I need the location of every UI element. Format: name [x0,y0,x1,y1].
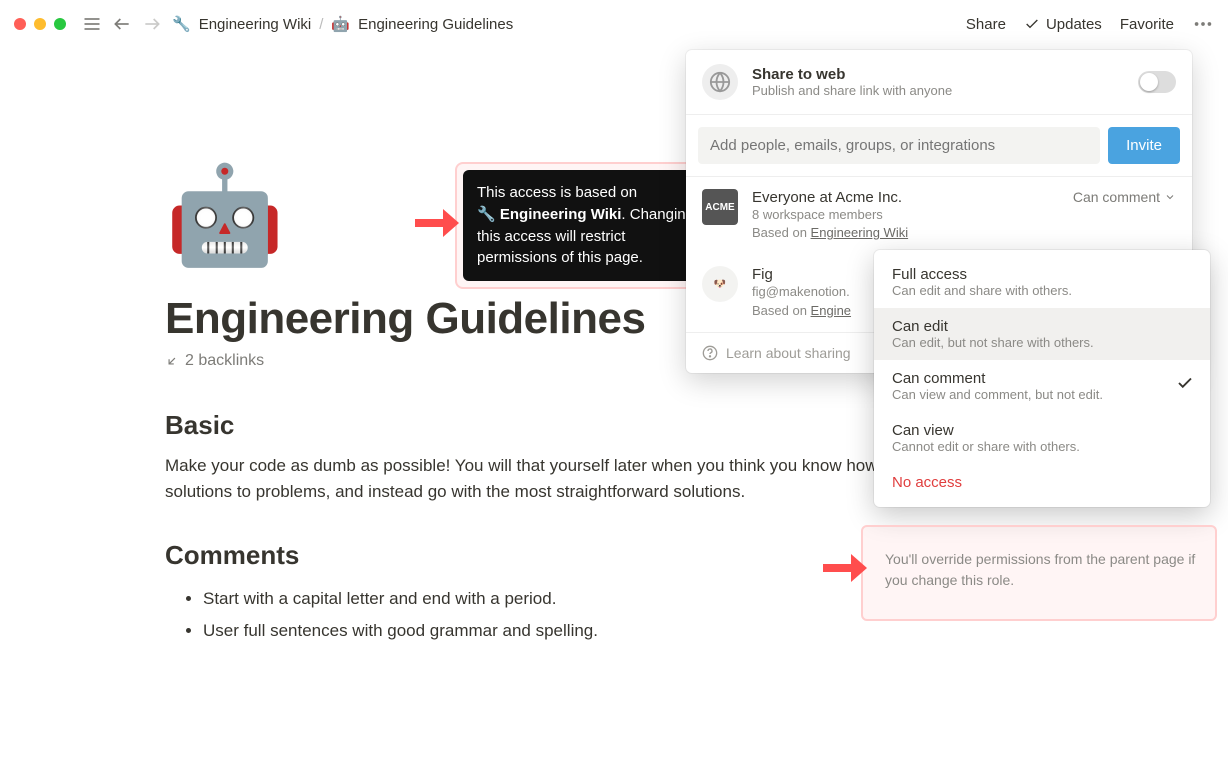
member-name: Fig [752,266,851,283]
access-tooltip-annotation: This access is based on 🔧 Engineering Wi… [413,170,721,281]
based-on-link[interactable]: Engine [811,303,851,318]
override-warning-annotation: You'll override permissions from the par… [861,525,1217,621]
perm-option-no-access[interactable]: No access [874,464,1210,501]
perm-subtitle: Can view and comment, but not edit. [892,387,1192,402]
member-based-on: Based on Engine [752,302,851,320]
perm-title: Full access [892,266,1192,283]
member-name: Everyone at Acme Inc. [752,189,908,206]
invite-row: Invite [686,115,1192,177]
share-member-row: ACME Everyone at Acme Inc. 8 workspace m… [686,177,1192,254]
invite-button[interactable]: Invite [1108,127,1180,164]
wrench-icon: 🔧 [172,15,191,33]
member-detail: 8 workspace members [752,206,908,224]
permission-label: Can comment [1073,189,1160,205]
favorite-button[interactable]: Favorite [1120,16,1174,33]
robot-icon: 🤖 [331,15,350,33]
share-to-web-title: Share to web [752,66,952,83]
perm-title: Can comment [892,370,1192,387]
fullscreen-window-icon[interactable] [54,18,66,30]
perm-subtitle: Cannot edit or share with others. [892,439,1192,454]
permission-dropdown: Full access Can edit and share with othe… [874,250,1210,507]
member-based-on: Based on Engineering Wiki [752,224,908,242]
share-to-web-row: Share to web Publish and share link with… [686,50,1192,115]
member-detail: fig@makenotion. [752,283,851,301]
perm-option-can-view[interactable]: Can view Cannot edit or share with other… [874,412,1210,464]
annotation-arrow-icon [821,549,867,592]
hamburger-icon[interactable] [82,14,102,34]
updates-label: Updates [1046,16,1102,33]
topbar-actions: Share Updates Favorite [966,13,1214,35]
breadcrumb: 🔧 Engineering Wiki / 🤖 Engineering Guide… [172,15,513,33]
perm-option-can-edit[interactable]: Can edit Can edit, but not share with ot… [874,308,1210,360]
breadcrumb-separator: / [319,16,323,33]
annotation-arrow-icon [413,204,459,247]
override-warning-text: You'll override permissions from the par… [861,525,1217,621]
globe-icon [702,64,738,100]
tooltip-text: This access is based on [477,184,637,201]
learn-sharing-label: Learn about sharing [726,345,851,361]
permission-selector[interactable]: Can comment [1073,189,1176,205]
back-icon[interactable] [112,14,132,34]
perm-title: Can view [892,422,1192,439]
topbar: 🔧 Engineering Wiki / 🤖 Engineering Guide… [0,0,1228,48]
close-window-icon[interactable] [14,18,26,30]
forward-icon [142,14,162,34]
check-icon [1176,374,1194,397]
breadcrumb-current[interactable]: Engineering Guidelines [358,16,513,33]
perm-subtitle: Can edit, but not share with others. [892,335,1192,350]
access-tooltip: This access is based on 🔧 Engineering Wi… [463,170,721,281]
avatar: ACME [702,189,738,225]
perm-option-can-comment[interactable]: Can comment Can view and comment, but no… [874,360,1210,412]
breadcrumb-parent[interactable]: Engineering Wiki [199,16,312,33]
invite-input[interactable] [698,127,1100,164]
chevron-down-icon [1164,191,1176,203]
help-icon [702,345,718,361]
updates-button[interactable]: Updates [1024,16,1102,33]
share-button[interactable]: Share [966,16,1006,33]
perm-subtitle: Can edit and share with others. [892,283,1192,298]
tooltip-bold: Engineering Wiki [500,206,622,223]
backlinks-label: 2 backlinks [185,352,264,370]
based-on-link[interactable]: Engineering Wiki [811,225,909,240]
mac-traffic-lights [14,18,66,30]
perm-option-full-access[interactable]: Full access Can edit and share with othe… [874,256,1210,308]
minimize-window-icon[interactable] [34,18,46,30]
share-to-web-subtitle: Publish and share link with anyone [752,83,952,98]
share-to-web-toggle[interactable] [1138,71,1176,93]
perm-title: No access [892,474,1192,491]
perm-title: Can edit [892,318,1192,335]
avatar: 🐶 [702,266,738,302]
more-icon[interactable] [1192,13,1214,35]
